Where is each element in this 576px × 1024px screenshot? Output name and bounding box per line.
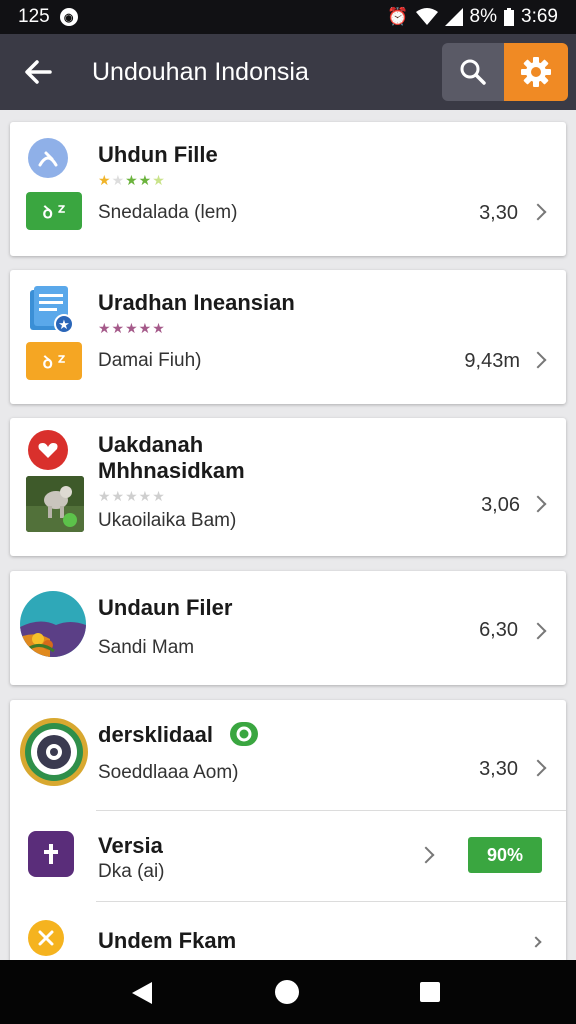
item-subtitle: Dka (ai): [98, 861, 165, 882]
list-item[interactable]: Versia Dka (ai) 90%: [10, 811, 566, 901]
rating-stars: ★★★★★: [98, 320, 166, 336]
item-size: 6,30: [479, 619, 518, 641]
item-title: dersklidaal: [98, 722, 213, 747]
landscape-icon: [20, 591, 86, 657]
search-button[interactable]: [442, 43, 504, 101]
status-time-left: 125: [18, 6, 50, 27]
install-button[interactable]: 90%: [468, 837, 542, 873]
svg-text:★: ★: [58, 318, 70, 333]
status-clock: 3:69: [521, 6, 558, 27]
list-item[interactable]: Undaun Filer Sandi Mam 6,30: [10, 571, 566, 685]
gear-icon: [521, 57, 551, 87]
item-subtitle: Sandi Mam: [98, 637, 195, 658]
wifi-icon: [415, 8, 438, 25]
chevron-right-icon: [417, 846, 435, 864]
rating-stars: ★★★★★: [98, 172, 166, 188]
settings-button[interactable]: [504, 43, 568, 101]
item-subtitle: Soeddlaaa Aom): [98, 762, 239, 783]
nav-recent-apps-icon[interactable]: [420, 982, 440, 1002]
grouped-list: dersklidaal Soeddlaaa Aom) 3,30 Versia D…: [10, 700, 566, 970]
battery-percent: 8%: [469, 6, 498, 27]
chevron-right-icon: [529, 622, 547, 640]
item-title: Versia: [98, 833, 163, 858]
app-badge: ꝺ ᙆ: [26, 192, 82, 230]
notification-icon: ◉: [59, 8, 78, 26]
chevron-right-icon: [530, 936, 542, 948]
item-subtitle: Ukaoilaika Bam): [98, 510, 237, 531]
arrow-left-icon: [25, 60, 52, 84]
chevron-right-icon: [529, 351, 547, 369]
list-item[interactable]: Uakdanah Mhhnasidkam ★★★★★ Ukaoilaika Ba…: [10, 418, 566, 556]
item-title: Uhdun Fille: [98, 142, 218, 167]
app-badge: ꝺ ᙆ: [26, 342, 82, 380]
install-progress-label: 90%: [486, 844, 524, 865]
chevron-right-icon: [529, 495, 547, 513]
chevron-right-icon: [529, 759, 547, 777]
list-item[interactable]: ★ Uradhan Ineansian ★★★★★ ꝺ ᙆ Damai Fiuh…: [10, 270, 566, 404]
game-thumbnail: [26, 476, 84, 532]
verified-badge-icon: [230, 722, 258, 746]
back-button[interactable]: [0, 34, 76, 110]
signal-icon: [444, 8, 463, 26]
alarm-icon: ⏰: [387, 7, 409, 26]
chevron-right-icon: [529, 203, 547, 221]
document-icon: ★: [28, 284, 74, 334]
item-size: 9,43m: [464, 350, 520, 372]
file-app-icon: [28, 138, 68, 178]
list-item[interactable]: dersklidaal Soeddlaaa Aom) 3,30: [10, 700, 566, 810]
item-title: Undaun Filer: [98, 595, 233, 620]
item-title: Uradhan Ineansian: [98, 290, 295, 315]
item-size: 3,30: [479, 202, 518, 224]
page-title: Undouhan Indonsia: [92, 57, 309, 86]
item-size: 3,30: [479, 758, 518, 780]
status-bar: 125 ◉ ⏰ 8% 3:69: [0, 0, 576, 34]
heart-icon: [28, 430, 68, 470]
rating-stars: ★★★★★: [98, 488, 166, 504]
nav-home-icon[interactable]: [275, 980, 299, 1004]
list-item[interactable]: Uhdun Fille ★★★★★ ꝺ ᙆ Snedalada (lem) 3,…: [10, 122, 566, 256]
app-bar: Undouhan Indonsia: [0, 34, 576, 110]
item-title-line1: Uakdanah: [98, 432, 204, 457]
item-subtitle: Snedalada (lem): [98, 202, 238, 223]
close-circle-icon: [28, 920, 64, 956]
search-icon: [460, 59, 486, 85]
battery-icon: [504, 8, 515, 26]
system-nav-bar: [0, 960, 576, 1024]
nav-back-icon[interactable]: [132, 982, 152, 1004]
item-title: Undem Fkam: [98, 928, 237, 953]
cross-app-icon: [28, 831, 74, 877]
ring-icon: [18, 716, 90, 788]
item-subtitle: Damai Fiuh): [98, 350, 202, 371]
item-title-line2: Mhhnasidkam: [98, 458, 245, 483]
item-size: 3,06: [481, 494, 520, 516]
